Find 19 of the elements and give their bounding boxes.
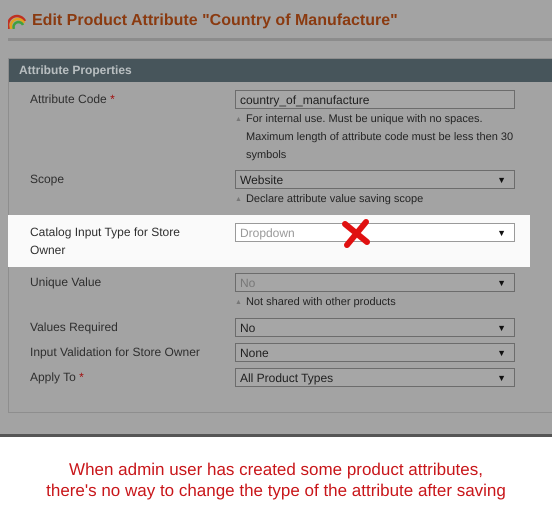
field-label: Scope: [30, 171, 64, 186]
field-label: Input Validation for Store Owner: [30, 344, 200, 359]
field-label: Attribute Code *: [30, 91, 115, 106]
rainbow-icon: [8, 13, 26, 29]
field-note: Not shared with other products: [246, 295, 396, 310]
field-label: Catalog Input Type for Store Owner: [30, 224, 180, 257]
dropdown[interactable]: All Product Types ▼: [235, 368, 515, 387]
dropdown[interactable]: No ▼: [235, 318, 515, 337]
text-field[interactable]: country_of_manufacture: [235, 90, 515, 109]
field-label: Apply To *: [30, 369, 84, 384]
section-header: Attribute Properties: [9, 59, 552, 82]
field-label: Values Required: [30, 319, 118, 334]
field-note: Declare attribute value saving scope: [246, 192, 424, 207]
field-label: Unique Value: [30, 274, 102, 289]
dropdown[interactable]: None ▼: [235, 343, 515, 362]
dropdown[interactable]: Website ▼: [235, 170, 515, 189]
field-note: For internal use. Must be unique with no spaces. Maximum length of attribute code must be less then 30 symbols: [246, 112, 514, 163]
page-title: Edit Product Attribute "Country of Manufacture": [32, 12, 398, 30]
caption: When admin user has created some product attributes, there's no way to change the type of the attribute after saving: [46, 458, 506, 500]
